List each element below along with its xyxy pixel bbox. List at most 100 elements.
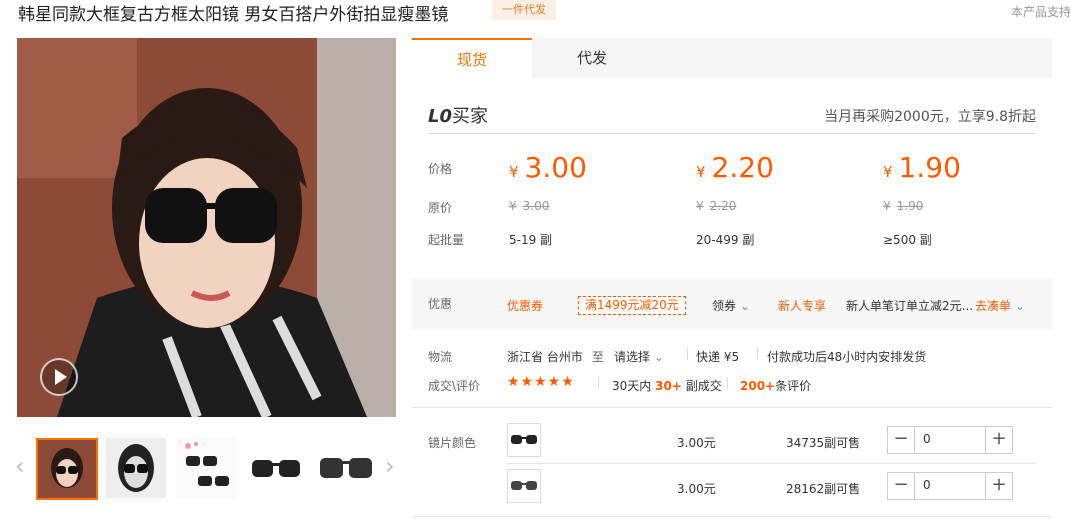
currency-symbol: ¥	[883, 163, 893, 181]
currency-symbol: ¥	[509, 163, 519, 181]
currency-symbol: ¥	[883, 199, 891, 213]
newcomer-offer: 新人单笔订单立减2元...	[846, 299, 974, 313]
coupon-tag[interactable]: 满1499元减20元	[578, 296, 686, 315]
review-text: 条评价	[775, 379, 812, 393]
variant-thumbnail[interactable]	[507, 423, 541, 457]
decrease-quantity-button[interactable]: −	[888, 473, 915, 499]
thumbnail-4[interactable]	[246, 438, 306, 498]
play-video-button[interactable]	[40, 358, 78, 396]
tier-qty: 5-19 副	[509, 233, 553, 247]
quantity-stepper: − 0 +	[887, 472, 1013, 500]
product-photo	[17, 38, 396, 417]
variant-price: 3.00元	[677, 436, 716, 450]
tab-dropship[interactable]: 代发	[532, 38, 652, 78]
ship-to-label: 至	[592, 350, 605, 364]
tier-price: ¥2.20	[696, 151, 774, 184]
thumbnail-1[interactable]	[36, 438, 98, 500]
variant-stock: 28162副可售	[786, 482, 861, 496]
variant-price: 3.00元	[677, 482, 716, 496]
deals-text: 副成交	[685, 379, 722, 393]
tier-qty: 20-499 副	[696, 233, 755, 247]
tier-orig-value: 2.20	[709, 199, 737, 213]
tier-orig-value: 1.90	[896, 199, 924, 213]
reviews-label: 成交\评价	[428, 379, 481, 393]
tier-price-value: 1.90	[898, 151, 961, 184]
destination-select[interactable]: 请选择 ⌄	[614, 348, 664, 365]
tier-orig-price: ¥2.20	[696, 199, 736, 213]
buyer-level: L0买家	[428, 102, 488, 128]
divider	[412, 407, 1052, 408]
currency-symbol: ¥	[509, 199, 517, 213]
rating-stars: ★★★★★	[507, 374, 575, 390]
thumbnail-image	[246, 438, 306, 498]
deals-days: 30天内	[612, 379, 652, 393]
tier-price-value: 2.20	[711, 151, 774, 184]
main-product-image[interactable]	[17, 38, 396, 417]
express-fee: 快递 ¥5	[696, 350, 740, 364]
thumbnail-image	[316, 438, 376, 498]
thumbnail-5[interactable]	[316, 438, 376, 498]
divider	[428, 133, 1036, 134]
purchase-tabs: 现货 代发	[412, 38, 1052, 80]
thumbnail-image	[106, 438, 166, 498]
deals-summary: 30天内 30+ 副成交	[612, 377, 722, 394]
coupon-label: 优惠券	[507, 299, 544, 313]
thumbnail-image	[38, 440, 96, 498]
divider	[598, 377, 599, 389]
divider	[687, 348, 688, 360]
quantity-input[interactable]: 0	[923, 478, 931, 492]
claim-coupon-button[interactable]: 领券 ⌄	[712, 297, 750, 314]
thumbnail-2[interactable]	[106, 438, 166, 498]
thumbnail-image	[176, 438, 236, 498]
tier-orig-price: ¥3.00	[509, 199, 549, 213]
claim-coupon-label: 领券	[712, 299, 737, 313]
chevron-down-icon: ⌄	[739, 299, 750, 313]
currency-symbol: ¥	[696, 199, 704, 213]
tier-orig-value: 3.00	[522, 199, 550, 213]
destination-select-label: 请选择	[614, 350, 651, 364]
product-title: 韩星同款大框复古方框太阳镜 男女百搭户外街拍显瘦墨镜	[18, 5, 449, 25]
variant-image	[511, 481, 537, 490]
deals-count: 30+	[655, 379, 682, 393]
newcomer-label: 新人专享	[778, 299, 827, 313]
increase-quantity-button[interactable]: +	[985, 473, 1012, 499]
chevron-down-icon: ⌄	[1014, 299, 1025, 313]
chevron-down-icon: ⌄	[653, 350, 664, 364]
divider	[757, 348, 758, 360]
divider	[412, 516, 1052, 517]
dropship-badge: 一件代发	[492, 0, 556, 20]
thumb-prev-icon[interactable]: ‹	[15, 452, 25, 480]
thumbnail-3[interactable]	[176, 438, 236, 498]
orig-price-label: 原价	[428, 201, 453, 215]
thumb-next-icon[interactable]: ›	[385, 452, 395, 480]
decrease-quantity-button[interactable]: −	[888, 427, 915, 453]
increase-quantity-button[interactable]: +	[985, 427, 1012, 453]
purchase-promo-note: 当月再采购2000元，立享9.8折起	[824, 109, 1036, 125]
discount-label: 优惠	[428, 297, 453, 311]
buyer-level-code: L0	[428, 106, 452, 127]
quantity-stepper: − 0 +	[887, 426, 1013, 454]
tab-in-stock[interactable]: 现货	[412, 38, 532, 80]
variant-image	[511, 435, 537, 444]
quantity-input[interactable]: 0	[923, 432, 931, 446]
tier-price: ¥3.00	[509, 151, 587, 184]
min-qty-label: 起批量	[428, 233, 465, 247]
review-count: 200+	[740, 379, 776, 393]
divider	[507, 463, 1037, 464]
lens-color-label: 镜片颜色	[428, 436, 477, 450]
review-summary[interactable]: 200+条评价	[740, 377, 811, 394]
buyer-level-label: 买家	[452, 106, 488, 127]
ship-origin: 浙江省 台州市	[507, 350, 583, 364]
price-label: 价格	[428, 162, 453, 176]
shipping-note: 付款成功后48小时内安排发货	[767, 350, 927, 364]
tier-price-value: 3.00	[524, 151, 587, 184]
variant-thumbnail[interactable]	[507, 469, 541, 503]
variant-stock: 34735副可售	[786, 436, 861, 450]
support-text: 本产品支持	[1010, 5, 1071, 19]
divider	[727, 377, 728, 389]
go-order-link[interactable]: 去凑单 ⌄	[975, 297, 1025, 314]
logistics-label: 物流	[428, 350, 453, 364]
go-order-label: 去凑单	[975, 299, 1012, 313]
tier-price: ¥1.90	[883, 151, 961, 184]
currency-symbol: ¥	[696, 163, 706, 181]
